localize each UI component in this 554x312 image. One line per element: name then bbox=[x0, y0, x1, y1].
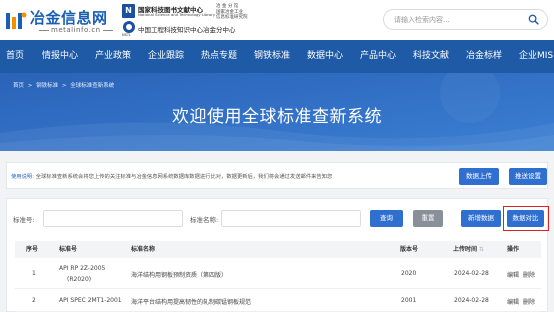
nav-item-samples[interactable]: 冶金标样 bbox=[466, 40, 502, 73]
table-row: 2 API SPEC 2MT1-2001 海洋平台结构用提高韧性的轧制碳锰钢板规… bbox=[15, 290, 541, 312]
cell-index: 2 bbox=[32, 297, 36, 304]
std-no-input[interactable] bbox=[43, 210, 183, 227]
cell-std-no[interactable]: API RP 2Z-2005 bbox=[59, 265, 105, 272]
nav-item-mis[interactable]: 企业MIS bbox=[519, 40, 553, 73]
breadcrumb: 首页 > 钢铁标准 > 全球标准查新系统 bbox=[13, 81, 116, 89]
delete-link[interactable]: 删除 bbox=[523, 270, 535, 279]
cell-version: 2001 bbox=[401, 297, 417, 304]
cell-std-no-year[interactable]: (R2020) bbox=[67, 276, 91, 283]
cell-index: 1 bbox=[32, 270, 36, 277]
breadcrumb-current: 全球标准查新系统 bbox=[70, 83, 115, 89]
std-name-label: 标准名称: bbox=[190, 216, 219, 224]
search-input[interactable] bbox=[394, 13, 524, 27]
delete-link[interactable]: 删除 bbox=[523, 297, 535, 306]
add-data-button[interactable]: 新增数据 bbox=[461, 210, 501, 227]
logo-domain: metalinfo.cn bbox=[37, 26, 115, 34]
logo-name: 冶金信息网 bbox=[30, 9, 108, 27]
standards-panel: 标准号: 标准名称: 查询 重置 新增数据 数据对比 序号 标准号 标准名称 版… bbox=[6, 198, 549, 312]
query-button[interactable]: 查询 bbox=[370, 210, 403, 227]
nav-item-steel-standards[interactable]: 钢铁标准 bbox=[254, 40, 290, 73]
search-icon[interactable] bbox=[528, 14, 539, 25]
main-nav: 首页 情报中心 产业政策 企业跟踪 热点专题 钢铁标准 数据中心 产品中心 科技… bbox=[0, 40, 554, 73]
edit-link[interactable]: 编辑 bbox=[507, 297, 519, 306]
usage-notice-body: 全球标准查新系统会将您上传的关注标准与冶金信息网系统数据库数据进行比对，数据更新… bbox=[35, 174, 333, 180]
cell-upload-time: 2024-02-28 bbox=[454, 297, 489, 304]
page-title: 欢迎使用全球标准查新系统 bbox=[172, 107, 382, 127]
nav-item-intelligence[interactable]: 情报中心 bbox=[42, 40, 78, 73]
cell-std-name: 海洋平台结构用提高韧性的轧制碳锰钢板规范 bbox=[131, 299, 252, 306]
compare-highlight: 数据对比 bbox=[503, 206, 549, 231]
col-std-name: 标准名称 bbox=[131, 246, 156, 253]
cell-upload-time: 2024-02-28 bbox=[454, 270, 489, 277]
page: 冶金信息网 metalinfo.cn N 国家科技图书文献中心 National… bbox=[0, 0, 554, 312]
std-name-input[interactable] bbox=[221, 210, 361, 227]
breadcrumb-separator: > bbox=[27, 83, 33, 89]
usage-notice-text: 使用说明: 全球标准查新系统会将您上传的关注标准与冶金信息网系统数据库数据进行比… bbox=[11, 172, 332, 180]
partner-logos: N 国家科技图书文献中心 National Science and Techno… bbox=[122, 4, 252, 37]
upload-data-button[interactable]: 数据上传 bbox=[459, 168, 499, 185]
partner-branch: 冶 金 分 馆国家冶金工业 信息标准研究院 bbox=[216, 4, 248, 20]
col-std-no: 标准号 bbox=[59, 246, 78, 253]
usage-notice: 使用说明: 全球标准查新系统会将您上传的关注标准与冶金信息网系统数据库数据进行比… bbox=[6, 162, 548, 189]
std-no-label: 标准号: bbox=[13, 216, 35, 224]
breadcrumb-steel-standards[interactable]: 钢铁标准 bbox=[36, 83, 58, 89]
nav-item-topics[interactable]: 热点专题 bbox=[201, 40, 237, 73]
reset-button[interactable]: 重置 bbox=[413, 210, 443, 227]
banner: 首页 > 钢铁标准 > 全球标准查新系统 欢迎使用全球标准查新系统 bbox=[0, 73, 554, 151]
nstl-book-icon: N bbox=[122, 4, 135, 18]
nav-item-products[interactable]: 产品中心 bbox=[360, 40, 396, 73]
cell-std-name: 海洋结构用钢板预制资质（第四版） bbox=[131, 272, 228, 279]
cell-std-no[interactable]: API SPEC 2MT1-2001 bbox=[59, 297, 122, 304]
table-header: 序号 标准号 标准名称 版本号 上传时间 ⇅ 操作 bbox=[15, 241, 541, 258]
usage-notice-label: 使用说明: bbox=[11, 174, 34, 180]
table-row: 1 API RP 2Z-2005 (R2020) 海洋结构用钢板预制资质（第四版… bbox=[15, 258, 541, 289]
nav-item-literature[interactable]: 科技文献 bbox=[413, 40, 449, 73]
partner-name-2: 中国工程科技知识中心冶金分中心 bbox=[138, 26, 236, 34]
cell-version: 2020 bbox=[401, 270, 417, 277]
col-index: 序号 bbox=[26, 246, 39, 253]
breadcrumb-separator: > bbox=[61, 83, 67, 89]
site-logo[interactable]: 冶金信息网 metalinfo.cn bbox=[5, 7, 117, 35]
site-header: 冶金信息网 metalinfo.cn N 国家科技图书文献中心 National… bbox=[0, 0, 554, 40]
search-box bbox=[383, 9, 548, 30]
nstl-label: NSTL bbox=[122, 33, 131, 37]
nav-item-data-center[interactable]: 数据中心 bbox=[307, 40, 343, 73]
nav-item-home[interactable]: 首页 bbox=[6, 40, 24, 73]
nav-item-companies[interactable]: 企业跟踪 bbox=[148, 40, 184, 73]
logo-mark-icon bbox=[6, 12, 27, 29]
push-settings-button[interactable]: 推送设置 bbox=[509, 168, 547, 185]
sort-icon[interactable]: ⇅ bbox=[479, 241, 484, 258]
nav-item-policy[interactable]: 产业政策 bbox=[95, 40, 131, 73]
breadcrumb-home[interactable]: 首页 bbox=[13, 83, 24, 89]
col-upload-time[interactable]: 上传时间 ⇅ bbox=[453, 241, 484, 258]
edit-link[interactable]: 编辑 bbox=[507, 270, 519, 279]
compare-data-button[interactable]: 数据对比 bbox=[507, 210, 544, 227]
col-version: 版本号 bbox=[400, 246, 419, 253]
partner-name-1-en: National Science and Technology Library bbox=[138, 12, 216, 17]
engineering-center-icon bbox=[123, 21, 135, 33]
col-actions: 操作 bbox=[507, 246, 520, 253]
